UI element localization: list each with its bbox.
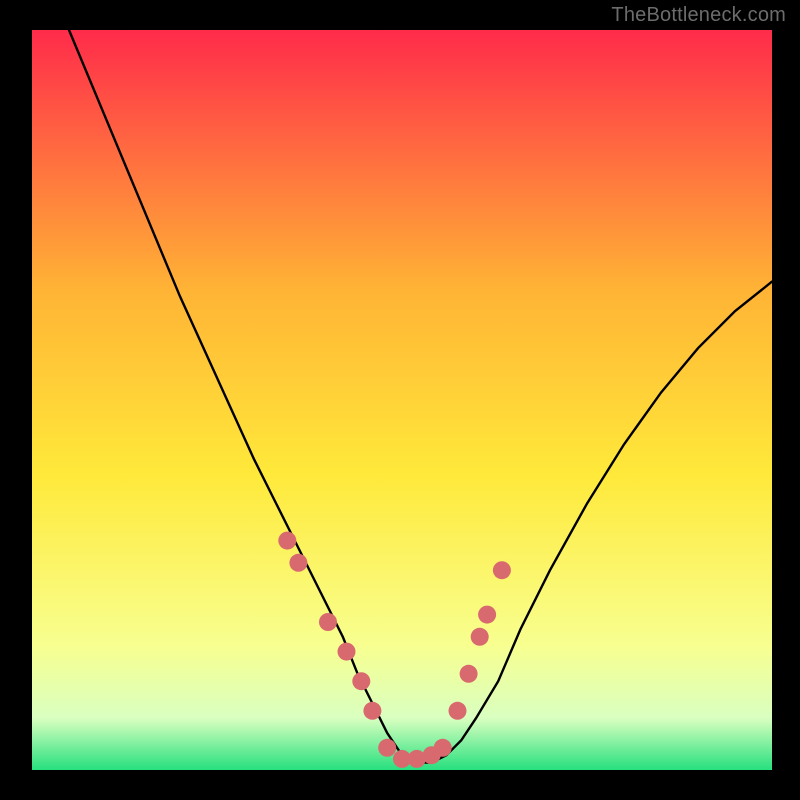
highlight-dot — [460, 665, 478, 683]
plot-bg — [32, 30, 772, 770]
highlight-dot — [363, 702, 381, 720]
highlight-dot — [378, 739, 396, 757]
highlight-dot — [338, 643, 356, 661]
highlight-dot — [434, 739, 452, 757]
highlight-dot — [289, 554, 307, 572]
highlight-dot — [478, 606, 496, 624]
highlight-dot — [471, 628, 489, 646]
bottleneck-chart — [0, 0, 800, 800]
watermark-text: TheBottleneck.com — [611, 4, 786, 27]
highlight-dot — [278, 532, 296, 550]
chart-stage: TheBottleneck.com — [0, 0, 800, 800]
highlight-dot — [319, 613, 337, 631]
highlight-dot — [449, 702, 467, 720]
highlight-dot — [352, 672, 370, 690]
highlight-dot — [493, 561, 511, 579]
